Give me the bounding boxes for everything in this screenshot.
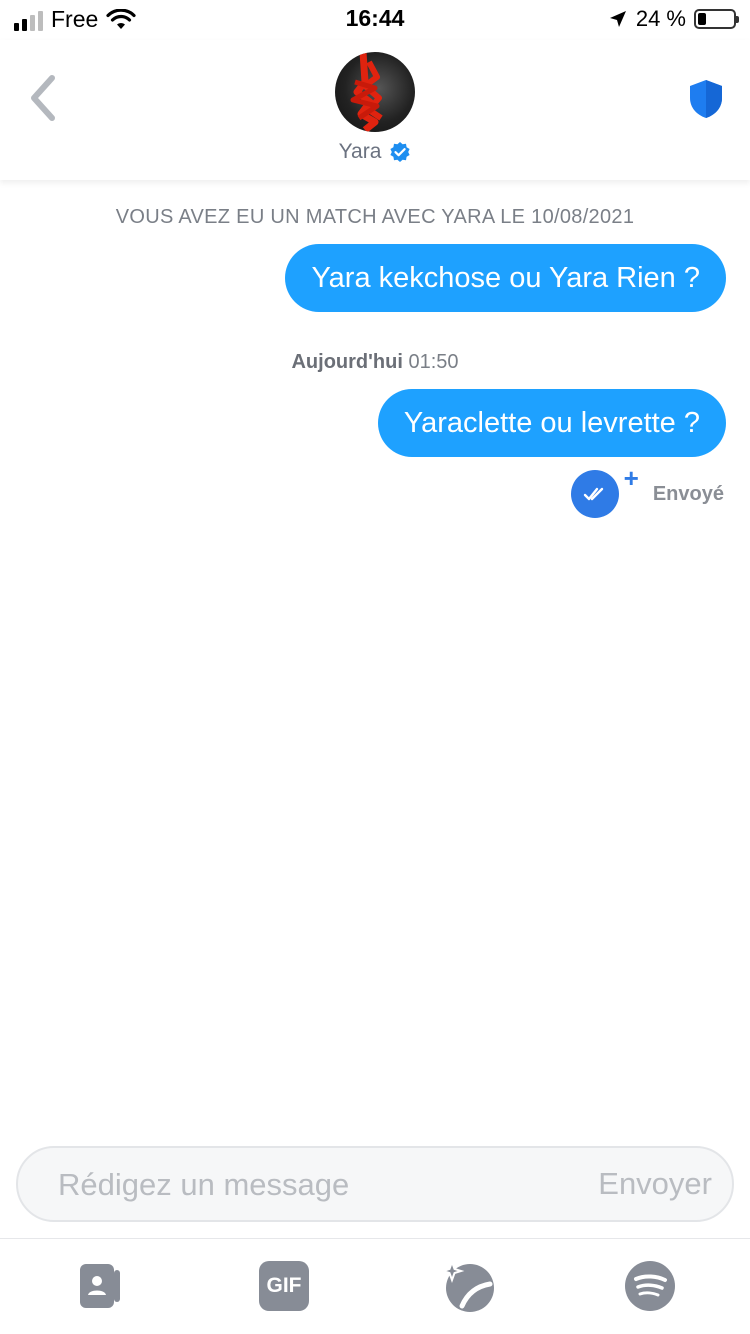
battery-percentage: 24 % <box>635 6 686 31</box>
shield-icon[interactable] <box>688 78 724 120</box>
message-composer: Envoyer <box>16 1146 734 1222</box>
sparkle-icon <box>440 1259 494 1312</box>
battery-icon <box>694 9 739 29</box>
match-notice: VOUS AVEZ EU UN MATCH AVEC YARA LE 10/08… <box>115 206 635 228</box>
send-button[interactable]: Envoyer <box>598 1162 712 1206</box>
match-name: Yara <box>338 140 382 163</box>
plus-icon: + <box>623 463 639 493</box>
toolbar-divider <box>0 1238 750 1239</box>
avatar[interactable] <box>335 52 415 132</box>
message-input[interactable] <box>56 1162 540 1208</box>
message-bubble[interactable]: Yara kekchose ou Yara Rien ? <box>285 244 726 312</box>
battery-fill <box>698 13 706 25</box>
timestamp-day: Aujourd'hui <box>291 351 403 373</box>
sparkle-button[interactable] <box>440 1258 496 1314</box>
read-receipt-badge[interactable]: + <box>570 465 639 518</box>
gif-icon: GIF <box>259 1261 309 1311</box>
spotify-icon <box>625 1261 675 1311</box>
delivery-status: Envoyé <box>652 482 724 505</box>
chat-header: Yara <box>0 40 750 180</box>
spotify-button[interactable] <box>622 1258 678 1314</box>
chevron-left-icon[interactable] <box>26 74 62 122</box>
gif-button[interactable]: GIF <box>256 1258 312 1314</box>
contact-card-icon <box>80 1264 120 1308</box>
verified-badge-icon <box>390 142 411 162</box>
timestamp-time: 01:50 <box>408 351 459 373</box>
status-right: 24 % <box>608 6 739 32</box>
read-receipt: + Envoyé <box>570 465 724 518</box>
message-bubble[interactable]: Yaraclette ou levrette ? <box>377 389 726 457</box>
match-name-row[interactable]: Yara <box>0 140 750 164</box>
message-timestamp: Aujourd'hui 01:50 <box>0 351 750 374</box>
contact-card-button[interactable] <box>72 1258 128 1314</box>
redacted-scribble <box>350 52 383 132</box>
status-bar: Free 16:44 24 % <box>0 0 750 40</box>
double-check-icon <box>583 487 604 501</box>
location-arrow-icon <box>609 11 626 27</box>
